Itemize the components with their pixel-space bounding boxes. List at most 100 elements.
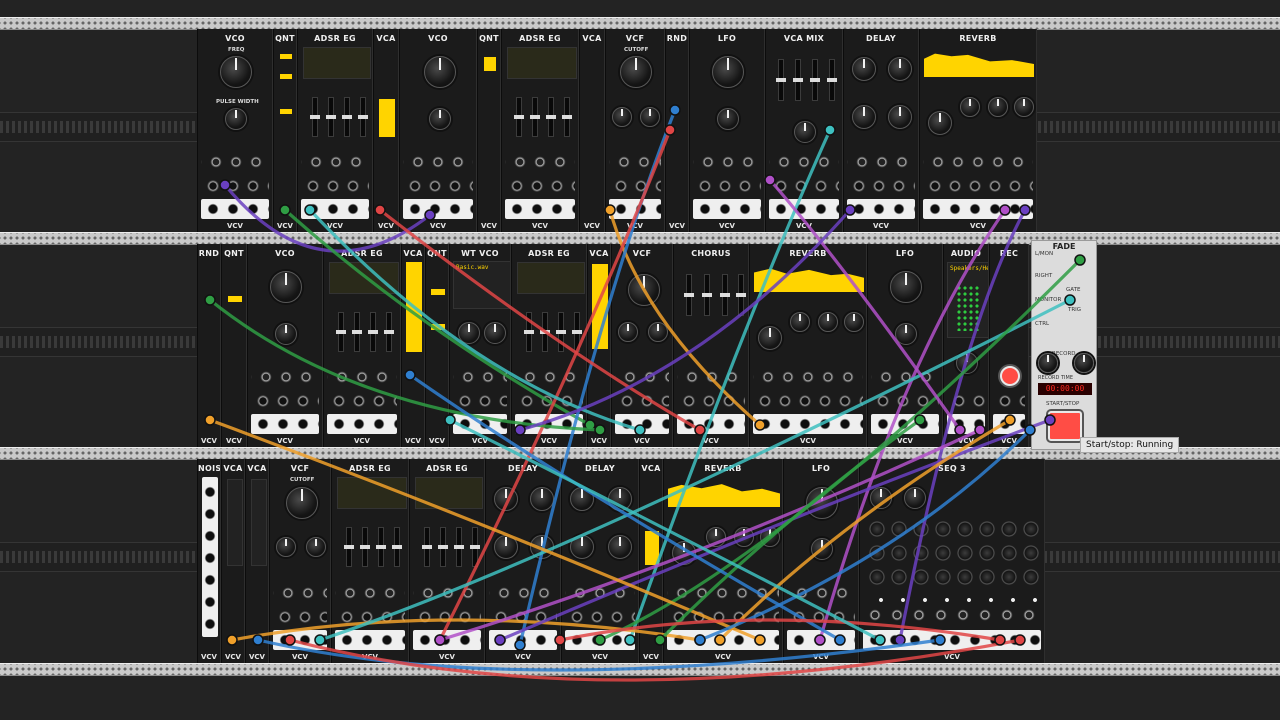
output-ports[interactable] [923,199,1033,219]
freq-knob[interactable] [806,487,838,519]
module-vcf[interactable]: VCF CUTOFF VCV [269,459,331,663]
input-jacks[interactable] [327,392,397,410]
input-jacks[interactable] [923,177,1033,195]
freq-knob[interactable] [458,322,480,344]
output-ports[interactable] [327,414,397,434]
module-audio[interactable]: AUDIO Speakers/He VCV [943,244,989,447]
output-ports[interactable] [753,414,863,434]
output-ports[interactable] [515,414,583,434]
freq-knob[interactable] [712,56,744,88]
output-ports[interactable] [335,630,405,650]
level-slider-2[interactable] [793,59,803,101]
decay-slider[interactable] [352,312,362,352]
output-ports[interactable] [667,630,779,650]
input-jacks[interactable] [335,584,405,602]
module-lfo[interactable]: LFO VCV [689,29,765,232]
time-knob[interactable] [852,57,876,81]
module-adsr-eg[interactable]: ADSR EG VCV [323,244,401,447]
attack-slider[interactable] [344,527,354,567]
release-slider[interactable] [384,312,394,352]
gate-jacks[interactable] [864,607,1042,623]
attack-slider[interactable] [524,312,534,352]
module-rnd[interactable]: RND VCV [197,244,221,447]
input-jacks[interactable] [923,153,1033,171]
input-jacks[interactable] [335,608,405,626]
sustain-slider[interactable] [556,312,566,352]
module-vcf[interactable]: VCF CUTOFF VCV [605,29,665,232]
fade-in-knob[interactable] [1038,353,1058,373]
depth-slider[interactable] [720,274,730,316]
input-jacks[interactable] [515,368,583,386]
module-qnt[interactable]: QNT VCV [273,29,297,232]
start-stop-button[interactable] [1048,411,1082,441]
lp-knob[interactable] [844,312,864,332]
input-jacks[interactable] [753,368,863,386]
mix-knob[interactable] [888,105,912,129]
input-jacks[interactable] [993,392,1025,410]
input-jacks[interactable] [615,392,669,410]
module-chorus[interactable]: CHORUS VCV [673,244,749,447]
res-knob[interactable] [618,322,638,342]
release-slider[interactable] [392,527,402,567]
output-ports[interactable] [403,199,473,219]
level-slider-1[interactable] [776,59,786,101]
module-noise[interactable]: NOIS VCV [197,459,221,663]
module-vca-mix[interactable]: VCA MIX VCV [765,29,843,232]
module-qnt[interactable]: QNT VCV [425,244,449,447]
noise-outputs[interactable] [202,477,218,637]
input-jacks[interactable] [201,153,269,171]
attack-slider[interactable] [310,97,320,137]
module-vcf[interactable]: VCF VCV [611,244,673,447]
freq-knob[interactable] [424,56,456,88]
pulse-width-knob[interactable] [717,108,739,130]
release-slider[interactable] [358,97,368,137]
mix-knob[interactable] [530,535,554,559]
drive-knob[interactable] [306,537,326,557]
hp-knob[interactable] [818,312,838,332]
input-jacks[interactable] [667,608,779,626]
tone-knob[interactable] [570,535,594,559]
module-lfo[interactable]: LFO VCV [867,244,943,447]
sustain-slider[interactable] [546,97,556,137]
output-ports[interactable] [677,414,745,434]
output-ports[interactable] [863,630,1041,650]
input-jacks[interactable] [201,177,269,195]
feedback-knob[interactable] [888,57,912,81]
sustain-slider[interactable] [342,97,352,137]
module-vca[interactable]: VCA VCV [373,29,399,232]
time-knob[interactable] [928,111,952,135]
input-jacks[interactable] [787,608,855,626]
level-knob[interactable] [956,352,978,374]
input-jacks[interactable] [947,392,985,410]
attack-slider[interactable] [514,97,524,137]
attack-slider[interactable] [422,527,432,567]
release-slider[interactable] [572,312,582,352]
output-ports[interactable] [787,630,855,650]
module-vca[interactable]: VCA VCV [401,244,425,447]
module-vco[interactable]: VCO VCV [247,244,323,447]
record-button[interactable] [1000,366,1020,386]
input-jacks[interactable] [609,153,661,171]
output-ports[interactable] [947,414,985,434]
input-jacks[interactable] [693,177,761,195]
sustain-slider[interactable] [376,527,386,567]
hp-knob[interactable] [734,527,754,547]
input-jacks[interactable] [413,608,481,626]
lp-knob[interactable] [1014,97,1034,117]
output-ports[interactable] [847,199,915,219]
delay-slider[interactable] [684,274,694,316]
module-reverb[interactable]: REVERB VCV [919,29,1037,232]
input-jacks[interactable] [871,392,939,410]
input-jacks[interactable] [453,368,507,386]
input-jacks[interactable] [489,608,557,626]
output-ports[interactable] [301,199,369,219]
input-jacks[interactable] [273,584,327,602]
cutoff-knob[interactable] [628,274,660,306]
time-knob[interactable] [494,487,518,511]
input-jacks[interactable] [251,368,319,386]
pulse-width-knob[interactable] [429,108,451,130]
input-jacks[interactable] [273,608,327,626]
pulse-width-knob[interactable] [811,538,833,560]
input-jacks[interactable] [565,608,635,626]
pulse-width-knob[interactable] [225,108,247,130]
